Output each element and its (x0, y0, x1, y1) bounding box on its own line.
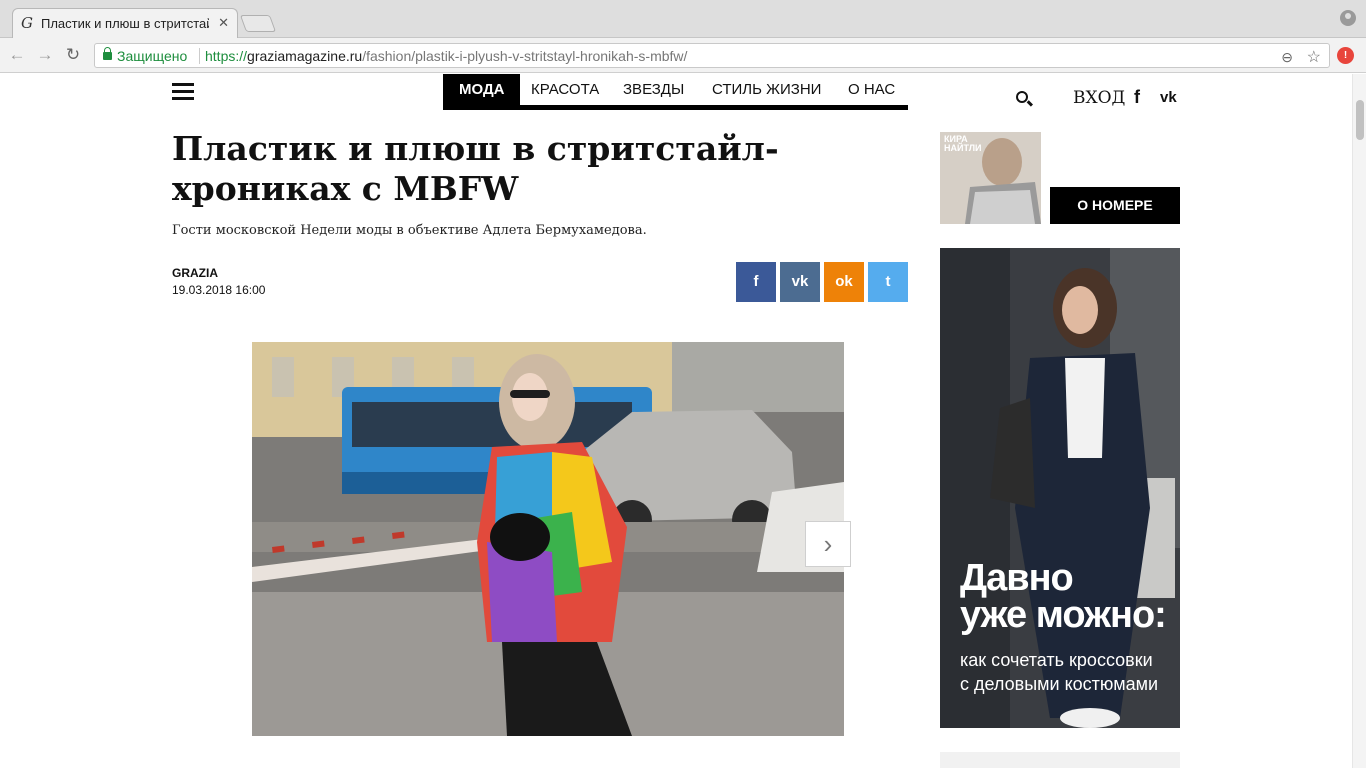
tab-title: Пластик и плюш в стритстайл-х (41, 16, 209, 31)
url-text[interactable]: https://graziamagazine.ru/fashion/plasti… (205, 48, 687, 64)
about-issue-button[interactable]: О НОМЕРЕ (1050, 187, 1180, 224)
ad-banner[interactable]: Давно уже можно: как сочетать кроссовки … (940, 248, 1180, 728)
page-scrollbar[interactable] (1352, 74, 1366, 768)
article-date: 19.03.2018 16:00 (172, 283, 266, 297)
browser-tab[interactable]: G Пластик и плюш в стритстайл-х ✕ (12, 8, 238, 38)
url-protocol: https:// (205, 48, 248, 64)
address-bar[interactable]: Защищено https://graziamagazine.ru/fashi… (94, 43, 1330, 68)
vk-share-icon: vk (791, 273, 809, 290)
url-host: graziamagazine.ru (247, 48, 363, 64)
facebook-share-icon: f (753, 273, 759, 290)
browser-tabbar: G Пластик и плюш в стритстайл-х ✕ (0, 0, 1366, 38)
scrollbar-thumb[interactable] (1356, 100, 1364, 140)
forward-icon[interactable]: → (34, 44, 56, 66)
share-ok-button[interactable]: ok (824, 262, 864, 302)
ad-subtitle-line1: как сочетать кроссовки (960, 650, 1153, 670)
ad-headline-line1: Давно (960, 557, 1074, 599)
cover-title: КИРА НАЙТЛИ (944, 134, 982, 153)
nav-item-stars[interactable]: ЗВЕЗДЫ (623, 74, 684, 105)
gallery-next-button[interactable]: › (805, 521, 851, 567)
back-icon[interactable]: ← (6, 44, 28, 66)
new-tab-button[interactable] (239, 15, 277, 32)
lock-icon (103, 47, 112, 60)
url-separator (199, 48, 200, 64)
web-page: МОДА КРАСОТА ЗВЕЗДЫ СТИЛЬ ЖИЗНИ О НАС ВХ… (0, 74, 1352, 768)
ok-share-icon: ok (835, 273, 853, 290)
article-author[interactable]: GRAZIA (172, 266, 218, 280)
zoom-icon[interactable]: ⊖ (1281, 49, 1293, 66)
login-link[interactable]: ВХОД (1073, 88, 1125, 108)
share-facebook-button[interactable]: f (736, 262, 776, 302)
article-lead: Гости московской Недели моды в объективе… (172, 223, 647, 238)
url-path: /fashion/plastik-i-plyush-v-stritstayl-h… (362, 48, 688, 64)
magazine-cover[interactable]: КИРА НАЙТЛИ (940, 132, 1041, 224)
twitter-share-icon: t (885, 273, 891, 290)
bookmark-star-icon[interactable]: ☆ (1307, 47, 1321, 67)
nav-item-about[interactable]: О НАС (848, 74, 895, 105)
vk-icon[interactable]: vk (1160, 89, 1177, 106)
ad-headline: Давно уже можно: (960, 557, 1167, 636)
street-style-photo (252, 342, 844, 736)
share-vk-button[interactable]: vk (780, 262, 820, 302)
share-twitter-button[interactable]: t (868, 262, 908, 302)
nav-item-fashion[interactable]: МОДА (443, 74, 521, 105)
reload-icon[interactable]: ↻ (62, 44, 84, 66)
sidebar-block (940, 752, 1180, 768)
main-navigation: МОДА КРАСОТА ЗВЕЗДЫ СТИЛЬ ЖИЗНИ О НАС (443, 74, 908, 110)
nav-item-lifestyle[interactable]: СТИЛЬ ЖИЗНИ (712, 74, 821, 105)
chevron-right-icon: › (823, 529, 833, 559)
ad-headline-line2: уже можно: (960, 594, 1167, 636)
hamburger-menu-icon[interactable] (172, 83, 194, 101)
ad-subtitle: как сочетать кроссовки с деловыми костюм… (960, 648, 1158, 696)
close-icon[interactable]: ✕ (218, 15, 229, 31)
search-icon[interactable] (1016, 91, 1028, 103)
ad-subtitle-line2: с деловыми костюмами (960, 674, 1159, 694)
profile-icon[interactable] (1340, 10, 1356, 26)
grazia-favicon-icon: G (21, 14, 33, 32)
browser-menu-icon[interactable]: ! (1337, 47, 1354, 64)
secure-label: Защищено (117, 48, 188, 64)
article-title: Пластик и плюш в стритстайл-хрониках с M… (172, 129, 779, 208)
browser-toolbar: ← → ↻ Защищено https://graziamagazine.ru… (0, 38, 1366, 73)
facebook-icon[interactable]: f (1134, 87, 1140, 108)
nav-item-beauty[interactable]: КРАСОТА (531, 74, 599, 105)
gallery-photo[interactable] (252, 342, 844, 736)
